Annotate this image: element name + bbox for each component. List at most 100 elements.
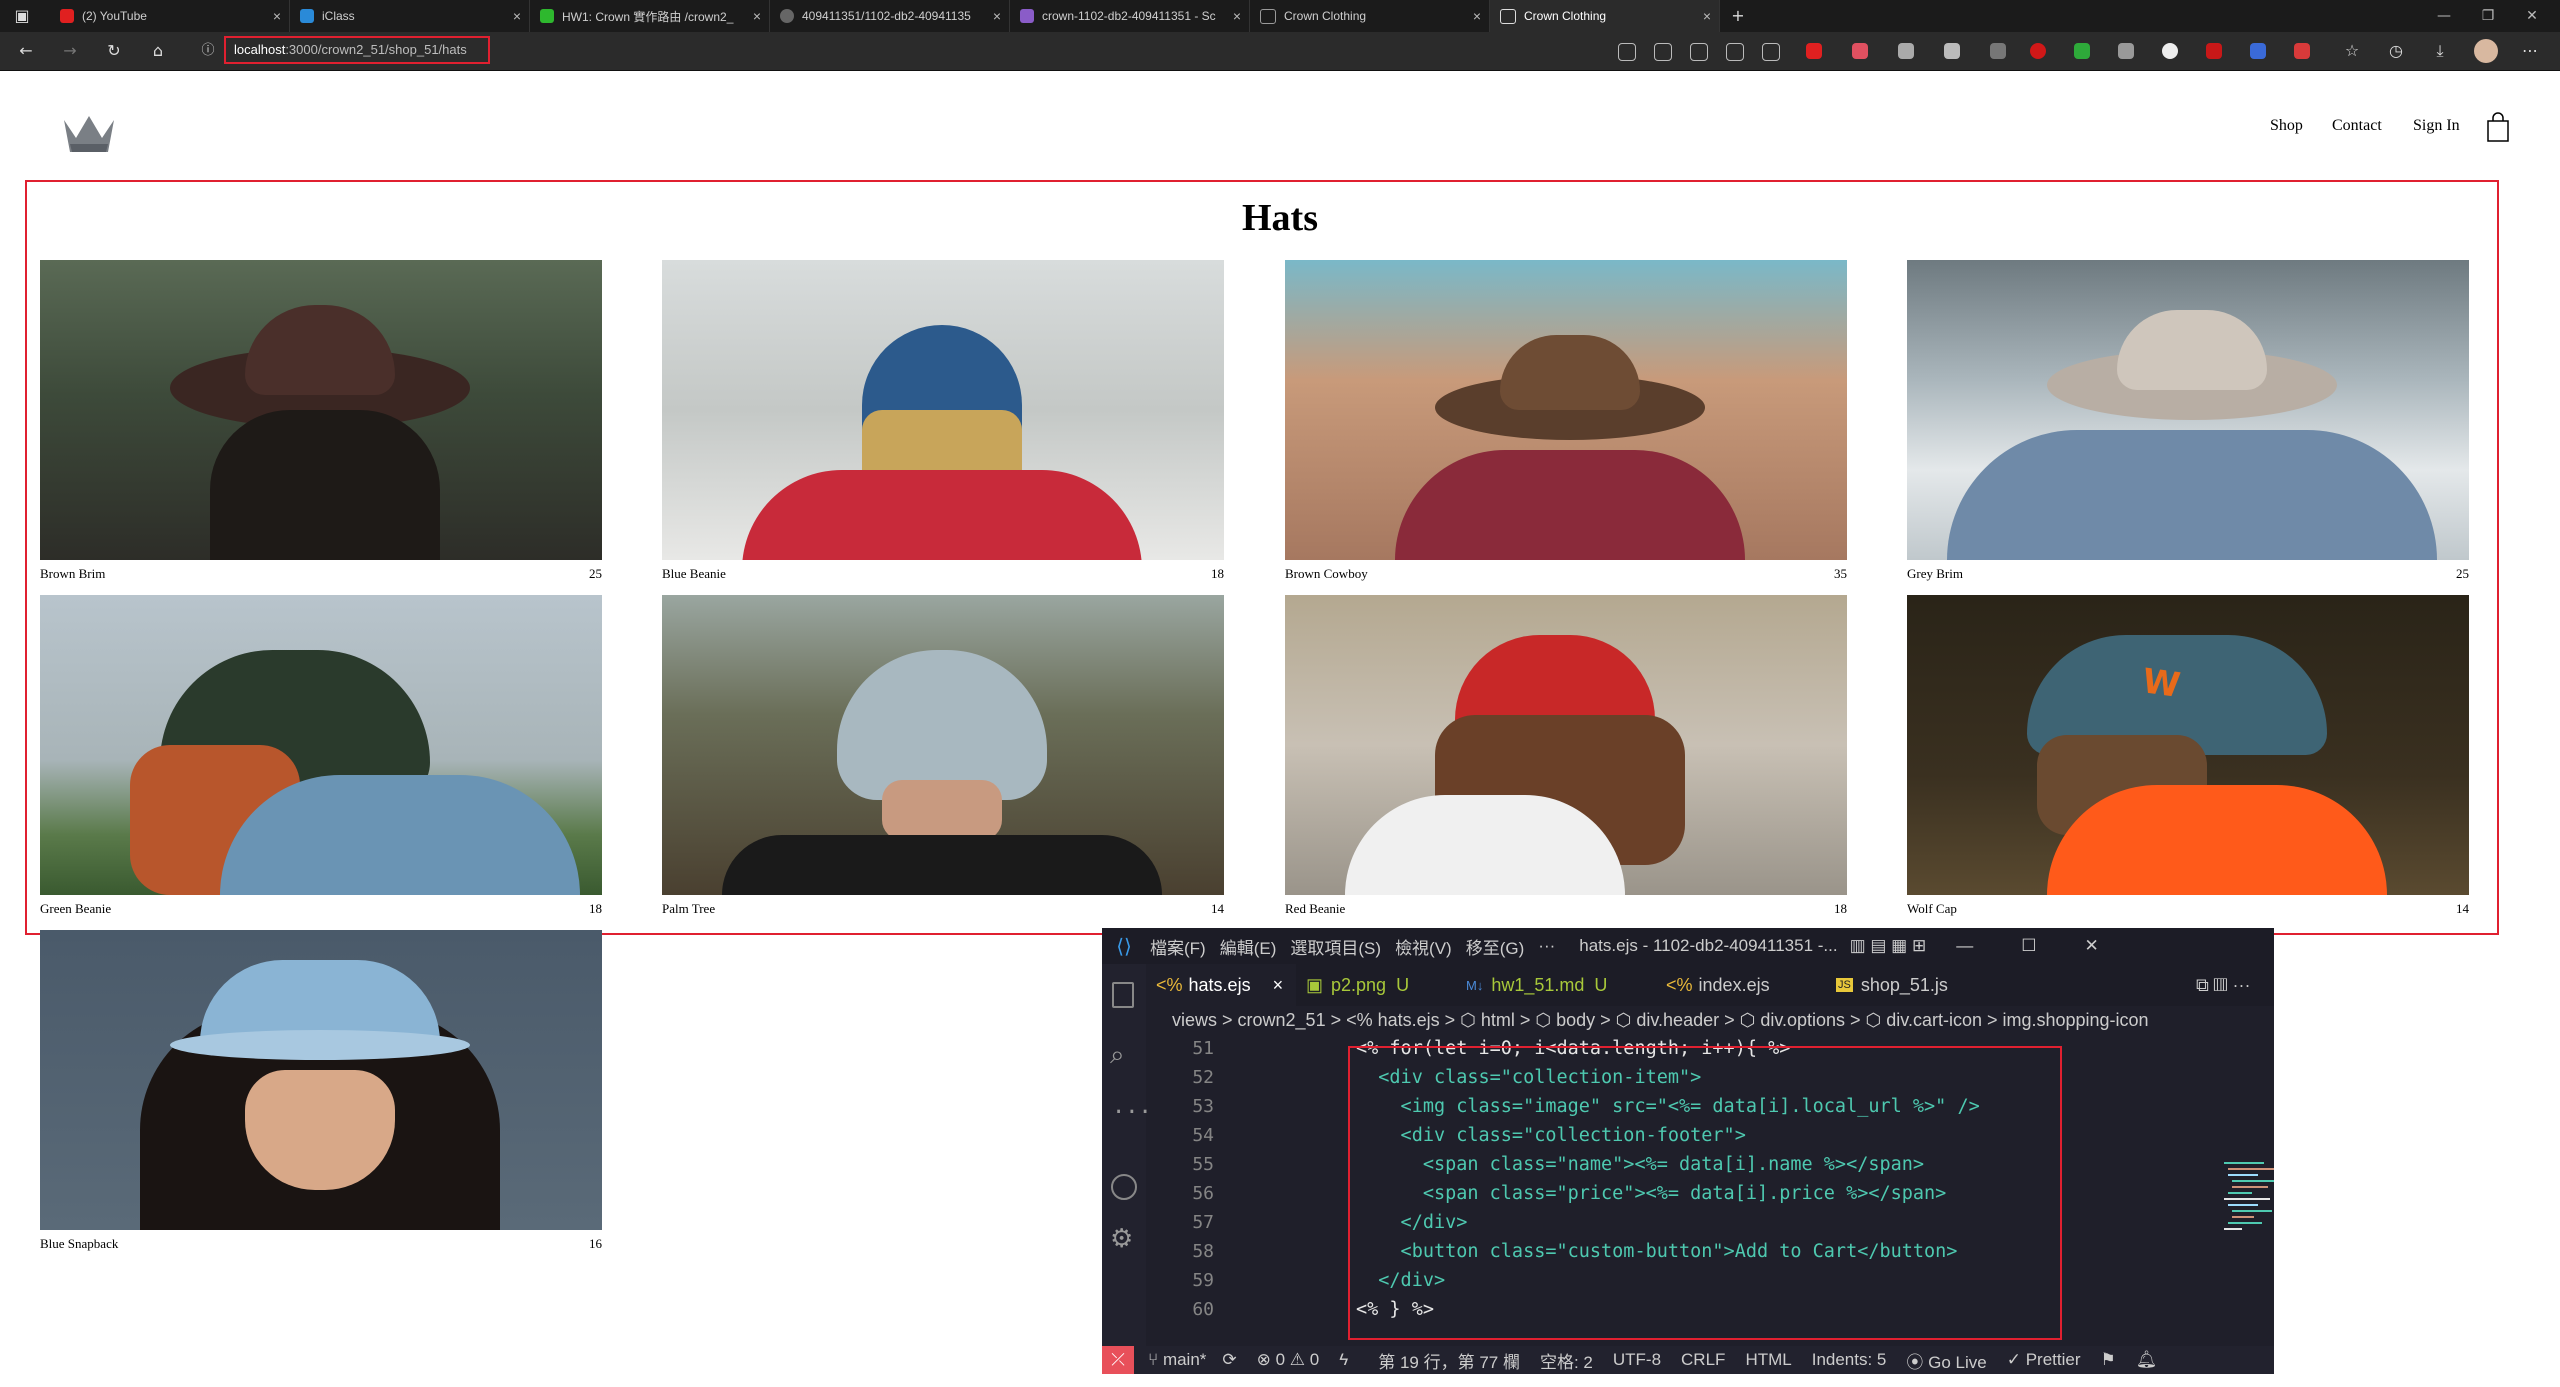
menu-more[interactable]: ··· xyxy=(1538,936,1555,956)
home-icon[interactable]: ⌂ xyxy=(146,40,170,62)
extension-icon[interactable] xyxy=(1944,43,1960,59)
info-icon[interactable]: ⓘ xyxy=(196,40,220,62)
shopping-bag-icon[interactable] xyxy=(2486,112,2510,142)
avatar[interactable] xyxy=(2474,39,2498,63)
hat-image[interactable] xyxy=(1285,260,1847,560)
indents-indicator[interactable]: Indents: 5 xyxy=(1812,1350,1887,1370)
notifications-icon[interactable]: 🔔︎ xyxy=(2136,1350,2158,1370)
close-icon[interactable]: × xyxy=(1465,8,1489,24)
hat-image[interactable] xyxy=(40,930,602,1230)
nav-contact-link[interactable]: Contact xyxy=(2332,117,2382,135)
menu-view[interactable]: 檢視(V) xyxy=(1395,934,1452,959)
collection-footer: Blue Snapback 16 xyxy=(40,1236,602,1252)
close-icon[interactable]: × xyxy=(985,8,1009,24)
tab-hw1-md[interactable]: M↓ hw1_51.md U xyxy=(1456,964,1656,1006)
lightning-icon[interactable]: ϟ xyxy=(1339,1350,1348,1370)
extension-icon[interactable] xyxy=(1726,43,1744,61)
extension-icon[interactable] xyxy=(2206,43,2222,59)
layout-icon[interactable]: ▥ ▤ ▦ ⊞ xyxy=(1850,936,1927,956)
extension-icon[interactable] xyxy=(2030,43,2046,59)
minimize-button[interactable]: — xyxy=(1956,936,1973,956)
close-icon[interactable]: × xyxy=(1225,8,1249,24)
extension-icon[interactable] xyxy=(1806,43,1822,59)
tab-index-ejs[interactable]: <% index.ejs xyxy=(1656,964,1826,1006)
account-icon[interactable] xyxy=(1111,1174,1137,1200)
nav-shop-link[interactable]: Shop xyxy=(2270,117,2303,135)
extension-icon[interactable] xyxy=(1852,43,1868,59)
menu-selection[interactable]: 選取項目(S) xyxy=(1290,934,1381,959)
browser-tab[interactable]: crown-1102-db2-409411351 - Sc × xyxy=(1010,0,1250,32)
extension-icon[interactable] xyxy=(2294,43,2310,59)
extension-icon[interactable] xyxy=(1654,43,1672,61)
minimap[interactable] xyxy=(2224,1158,2274,1258)
menu-icon[interactable]: ⋯ xyxy=(2518,40,2542,62)
browser-tab[interactable]: HW1: Crown 實作路由 /crown2_ × xyxy=(530,0,770,32)
browser-tab[interactable]: (2) YouTube × xyxy=(50,0,290,32)
close-icon[interactable]: × xyxy=(505,8,529,24)
hat-image[interactable] xyxy=(1907,260,2469,560)
hat-image[interactable] xyxy=(662,260,1224,560)
problems-indicator[interactable]: ⊗ 0 ⚠ 0 xyxy=(1257,1350,1320,1370)
browser-tab[interactable]: iClass × xyxy=(290,0,530,32)
extension-icon[interactable] xyxy=(1990,43,2006,59)
prettier-indicator[interactable]: ✓ Prettier xyxy=(2007,1350,2081,1370)
menu-go[interactable]: 移至(G) xyxy=(1466,934,1525,959)
nav-signin-link[interactable]: Sign In xyxy=(2413,117,2460,135)
hat-image[interactable] xyxy=(662,595,1224,895)
breadcrumb[interactable]: views > crown2_51 > <% hats.ejs > ⬡ html… xyxy=(1172,1010,2149,1031)
restore-button[interactable]: ❐ xyxy=(2468,0,2508,32)
tab-shop-js[interactable]: JS shop_51.js xyxy=(1826,964,2006,1006)
close-button[interactable]: ✕ xyxy=(2084,936,2098,956)
minimize-button[interactable]: — xyxy=(2424,0,2464,32)
sync-icon[interactable]: ⟳ xyxy=(1222,1350,1236,1370)
indent-spaces[interactable]: 空格: 2 xyxy=(1540,1348,1593,1373)
extension-icon[interactable] xyxy=(2250,43,2266,59)
back-icon[interactable]: ← xyxy=(14,40,38,62)
editor-actions[interactable]: ⧉ ▥ ⋯ xyxy=(2196,964,2274,1006)
extension-icon[interactable] xyxy=(1898,43,1914,59)
reload-icon[interactable]: ↻ xyxy=(102,40,126,62)
forward-icon[interactable]: → xyxy=(58,40,82,62)
close-icon[interactable]: × xyxy=(1695,8,1719,24)
extension-icon[interactable] xyxy=(2162,43,2178,59)
settings-icon[interactable]: ⚙ xyxy=(1110,1224,1133,1254)
download-icon[interactable]: ⤓ xyxy=(2428,40,2452,62)
tab-hats-ejs[interactable]: <% hats.ejs × xyxy=(1146,964,1296,1006)
menu-file[interactable]: 檔案(F) xyxy=(1150,934,1206,959)
search-icon[interactable]: ⌕ xyxy=(1110,1040,1125,1071)
explorer-icon[interactable] xyxy=(1112,982,1134,1008)
close-icon[interactable]: × xyxy=(265,8,289,24)
close-window-button[interactable]: ✕ xyxy=(2512,0,2552,32)
encoding[interactable]: UTF-8 xyxy=(1613,1350,1661,1370)
extension-icon[interactable] xyxy=(1762,43,1780,61)
hat-image[interactable] xyxy=(40,260,602,560)
tab-p2-png[interactable]: ▣ p2.png U xyxy=(1296,964,1456,1006)
menu-edit[interactable]: 編輯(E) xyxy=(1220,934,1277,959)
history-icon[interactable]: ◷ xyxy=(2384,40,2408,62)
new-tab-button[interactable]: + xyxy=(1726,5,1750,27)
browser-tab[interactable]: 409411351/1102-db2-40941135 × xyxy=(770,0,1010,32)
line-ending[interactable]: CRLF xyxy=(1681,1350,1725,1370)
feedback-icon[interactable]: ⚑ xyxy=(2100,1350,2115,1370)
maximize-button[interactable]: ☐ xyxy=(2021,936,2036,956)
hat-image[interactable] xyxy=(40,595,602,895)
go-live-button[interactable]: ⦿ Go Live xyxy=(1906,1348,1986,1373)
extension-icon[interactable] xyxy=(1690,43,1708,61)
extension-icon[interactable] xyxy=(2074,43,2090,59)
close-icon[interactable]: × xyxy=(745,8,769,24)
url-field[interactable]: localhost:3000/crown2_51/shop_51/hats xyxy=(224,36,490,64)
close-icon[interactable]: × xyxy=(1273,975,1284,996)
crown-logo-icon[interactable] xyxy=(62,112,116,156)
extension-icon[interactable] xyxy=(1618,43,1636,61)
browser-tab[interactable]: Crown Clothing × xyxy=(1250,0,1490,32)
cursor-position[interactable]: 第 19 行，第 77 欄 xyxy=(1378,1348,1520,1373)
remote-icon[interactable]: ⤫ xyxy=(1102,1346,1134,1374)
branch-indicator[interactable]: ⑂ main* xyxy=(1148,1350,1206,1370)
language-mode[interactable]: HTML xyxy=(1745,1350,1791,1370)
extension-icon[interactable] xyxy=(2118,43,2134,59)
favorites-icon[interactable]: ☆ xyxy=(2340,40,2364,62)
browser-tab-active[interactable]: Crown Clothing × xyxy=(1490,0,1720,32)
hat-image[interactable]: W xyxy=(1907,595,2469,895)
tab-actions-icon[interactable]: ▣ xyxy=(10,5,34,27)
hat-image[interactable] xyxy=(1285,595,1847,895)
